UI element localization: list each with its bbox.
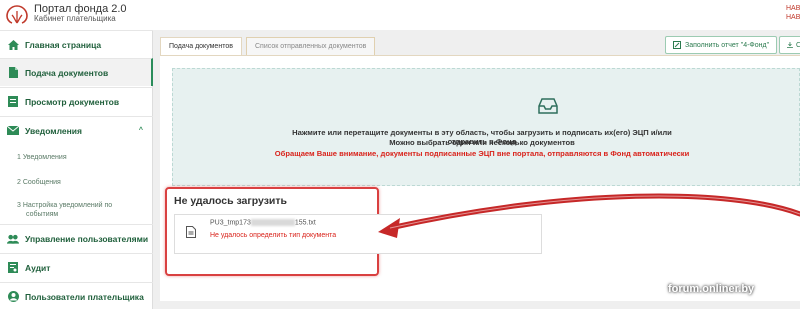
file-error-message: Не удалось определить тип документа	[210, 232, 337, 239]
app-subtitle: Кабинет плательщика	[34, 14, 116, 23]
sidebar-item-user-management[interactable]: Управление пользователями ⌄	[0, 224, 153, 252]
save-icon	[787, 42, 793, 48]
edit-icon	[673, 41, 681, 49]
fill-report-button[interactable]: Заполнить отчет "4-Фонд"	[665, 36, 778, 54]
inbox-icon	[538, 98, 558, 114]
sidebar-item-label: Просмотр документов	[25, 96, 120, 107]
annotation-arrow	[378, 193, 800, 238]
dropzone-warning: Обращаем Ваше внимание, документы подпис…	[274, 149, 690, 158]
envelope-icon	[7, 125, 19, 137]
sidebar-item-audit[interactable]: Аудит	[0, 253, 153, 281]
subitem-label-line2: событиям	[26, 211, 59, 218]
sidebar: Главная страница Подача документов Просм…	[0, 30, 153, 309]
chevron-up-icon[interactable]: ^	[139, 127, 143, 134]
header: Портал фонда 2.0 Кабинет плательщика НАВ…	[0, 0, 800, 30]
file-name-prefix: PU3_tmp173	[210, 219, 251, 227]
sidebar-item-home[interactable]: Главная страница	[0, 30, 153, 58]
folder-icon	[7, 96, 19, 108]
tab-sent-documents[interactable]: Список отправленных документов	[246, 37, 376, 55]
secondary-action-label: С	[795, 41, 800, 49]
fill-report-label: Заполнить отчет "4-Фонд"	[685, 41, 770, 49]
failed-file-name: PU3_tmp173 155.txt	[210, 219, 316, 226]
file-icon	[186, 226, 196, 238]
secondary-action-button[interactable]: С	[779, 36, 800, 54]
sidebar-item-view-documents[interactable]: Просмотр документов	[0, 87, 153, 115]
sidebar-subitem-notification-settings[interactable]: 3 Настройка уведомлений по событиям	[0, 201, 153, 219]
chevron-down-icon[interactable]: ⌄	[137, 235, 143, 243]
sidebar-item-label: Главная страница	[25, 39, 102, 50]
upload-failed-title: Не удалось загрузить	[174, 195, 287, 207]
logo-icon[interactable]	[4, 3, 30, 25]
subitem-label: 3 Настройка уведомлений по	[17, 202, 113, 209]
audit-icon	[7, 262, 19, 274]
watermark: forum.onliner.by	[668, 283, 755, 295]
redacted-text	[250, 219, 295, 226]
home-icon	[7, 39, 19, 51]
users-icon	[7, 233, 19, 245]
user-icon	[7, 291, 19, 303]
dropzone-hint: Можно выбрать один или несколько докумен…	[389, 138, 575, 147]
document-icon	[7, 67, 19, 79]
sidebar-item-label: Пользователи плательщика	[25, 291, 144, 302]
sidebar-subitem-notifications[interactable]: 1 Уведомления	[0, 153, 153, 162]
sidebar-item-label: Уведомления	[25, 125, 82, 136]
user-line-2: НАВ	[786, 14, 800, 21]
subitem-label: 2 Сообщения	[17, 179, 61, 186]
sidebar-item-notifications[interactable]: Уведомления ^	[0, 116, 153, 144]
user-name[interactable]: НАВ НАВ	[786, 4, 800, 22]
sidebar-item-label: Аудит	[25, 262, 51, 273]
tab-submit-documents[interactable]: Подача документов	[160, 37, 242, 55]
sidebar-item-label: Подача документов	[25, 67, 109, 78]
user-line-1: НАВ	[786, 5, 800, 12]
upload-dropzone[interactable]	[172, 68, 800, 186]
subitem-label: 1 Уведомления	[17, 154, 67, 161]
file-name-suffix: 155.txt	[294, 219, 316, 227]
sidebar-item-submit-documents[interactable]: Подача документов	[0, 58, 153, 86]
sidebar-item-payer-users[interactable]: Пользователи плательщика	[0, 282, 153, 309]
sidebar-subitem-messages[interactable]: 2 Сообщения	[0, 178, 153, 187]
sidebar-item-label: Управление пользователями	[25, 233, 149, 244]
